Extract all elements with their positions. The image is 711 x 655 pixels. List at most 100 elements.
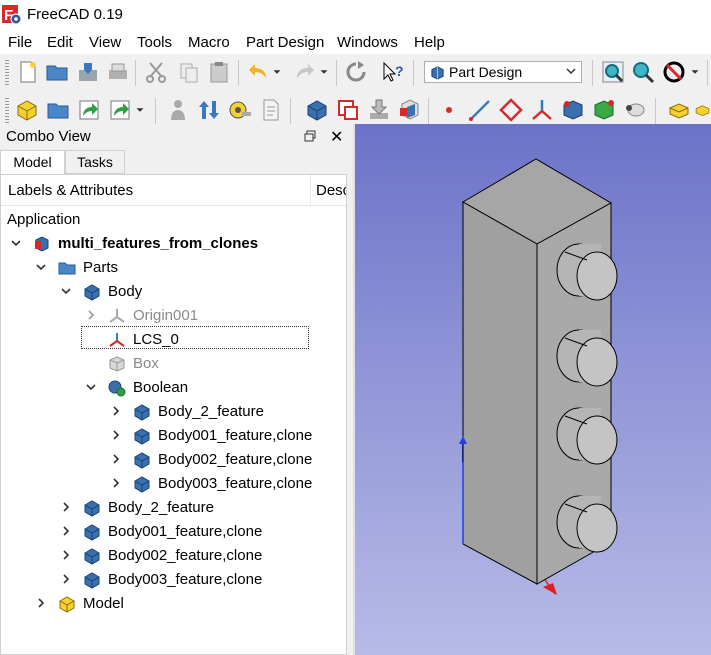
print-button[interactable] [105,59,131,85]
document-icon [35,236,49,252]
create-part-button[interactable] [14,97,40,123]
menu-help[interactable]: Help [414,34,445,51]
menu-file[interactable]: File [8,34,32,51]
chevron-right-icon[interactable] [60,501,72,513]
draw-style-dropdown[interactable] [688,59,702,85]
menu-windows[interactable]: Windows [337,34,398,51]
column-divider[interactable] [310,175,311,205]
tree-item-document[interactable]: multi_features_from_clones [1,232,341,256]
tree-item-boolean-child[interactable]: Body003_feature,clone [1,472,341,496]
workbench-selector[interactable]: Part Design [424,61,582,83]
toolbar-handle[interactable] [5,98,9,124]
tree-item-boolean-child[interactable]: Body002_feature,clone [1,448,341,472]
redo-button[interactable] [292,59,318,85]
open-button[interactable] [44,59,70,85]
tree-item-box[interactable]: Box [1,352,341,376]
create-link-button[interactable] [76,97,102,123]
paste-button[interactable] [206,59,232,85]
refresh-icon [346,61,366,82]
sketcher-view-button[interactable] [165,97,191,123]
block-left-face [462,201,538,585]
menu-view[interactable]: View [89,34,121,51]
sheep-icon [626,103,645,117]
chevron-right-icon[interactable] [110,453,122,465]
tree-item-boolean-child[interactable]: Body001_feature,clone [1,424,341,448]
tree-item-origin[interactable]: Origin001 [1,304,341,328]
redo-icon [297,64,314,78]
create-group-button[interactable] [45,97,71,123]
tree-item-part-child[interactable]: Body002_feature,clone [1,544,341,568]
undo-dropdown[interactable] [270,59,284,85]
chevron-right-icon[interactable] [35,597,47,609]
chevron-right-icon[interactable] [60,573,72,585]
sheep-clone-button[interactable] [622,97,648,123]
local-coordinate-system-button[interactable] [529,97,555,123]
create-plane-button[interactable] [498,97,524,123]
chevron-right-icon[interactable] [60,549,72,561]
draw-style-button[interactable] [661,59,687,85]
chevron-down-icon[interactable] [35,261,47,273]
tree-item-part-child[interactable]: Body001_feature,clone [1,520,341,544]
link-actions-button[interactable] [107,97,133,123]
refresh-button[interactable] [343,59,369,85]
tree-parts-label: Parts [83,259,119,276]
chevron-down-icon[interactable] [10,237,22,249]
fit-selection-button[interactable] [630,59,656,85]
chevron-down-icon[interactable] [60,285,72,297]
chevron-right-icon[interactable] [110,477,122,489]
measure-distance-button[interactable] [227,97,253,123]
toolbar-separator [336,60,337,86]
tree-item-body[interactable]: Body [1,280,341,304]
copy-button[interactable] [176,59,202,85]
text-document-button[interactable] [258,97,284,123]
create-point-button[interactable] [436,97,462,123]
link-actions-dropdown[interactable] [133,97,147,123]
float-panel-icon[interactable] [304,130,316,142]
tab-tasks[interactable]: Tasks [65,150,125,174]
fit-all-button[interactable] [600,59,626,85]
chevron-right-icon[interactable] [85,309,97,321]
revolution-icon [695,105,710,117]
create-body-button[interactable] [304,97,330,123]
chevron-down-icon[interactable] [85,381,97,393]
column-header-labels[interactable]: Labels & Attributes [8,182,133,199]
column-header-description[interactable]: Desc [316,182,346,199]
create-sketch-button[interactable] [335,97,361,123]
tree-item-part-child[interactable]: Body_2_feature [1,496,341,520]
whats-this-button[interactable]: ? [380,59,406,85]
tree-item-lcs[interactable]: LCS_0 [1,328,341,352]
tree-item-part-child[interactable]: Body003_feature,clone [1,568,341,592]
chevron-right-icon[interactable] [110,405,122,417]
menu-tools[interactable]: Tools [137,34,172,51]
tab-model[interactable]: Model [0,150,65,175]
toolbar-handle[interactable] [5,60,9,86]
menu-macro[interactable]: Macro [188,34,230,51]
undo-button[interactable] [245,59,271,85]
subshape-binder-button[interactable] [560,97,586,123]
folder-icon [58,262,76,275]
revolution-button[interactable] [694,97,711,123]
chevron-right-icon[interactable] [60,525,72,537]
tree-item-label: Body003_feature,clone [158,475,313,492]
cut-button[interactable] [143,59,169,85]
validate-sketch-button[interactable] [366,97,392,123]
tree-item-boolean-child[interactable]: Body_2_feature [1,400,341,424]
clone-button[interactable] [591,97,617,123]
shape-binder-button[interactable] [397,97,423,123]
new-document-button[interactable] [15,59,41,85]
tree-item-parts[interactable]: Parts [1,256,341,280]
pad-button[interactable] [666,97,692,123]
redo-dropdown[interactable] [317,59,331,85]
menu-edit[interactable]: Edit [47,34,73,51]
tree-item-boolean[interactable]: Boolean [1,376,341,400]
tree-item-model[interactable]: Model [1,592,341,616]
menu-part-design[interactable]: Part Design [246,34,324,51]
3d-viewport[interactable] [355,124,711,655]
save-button[interactable] [75,59,101,85]
3d-model-render [459,158,618,595]
measure-button[interactable] [196,97,222,123]
chevron-right-icon[interactable] [110,429,122,441]
workbench-selector-value: Part Design [449,64,523,80]
close-panel-icon[interactable]: ✕ [330,127,343,147]
create-line-button[interactable] [467,97,493,123]
